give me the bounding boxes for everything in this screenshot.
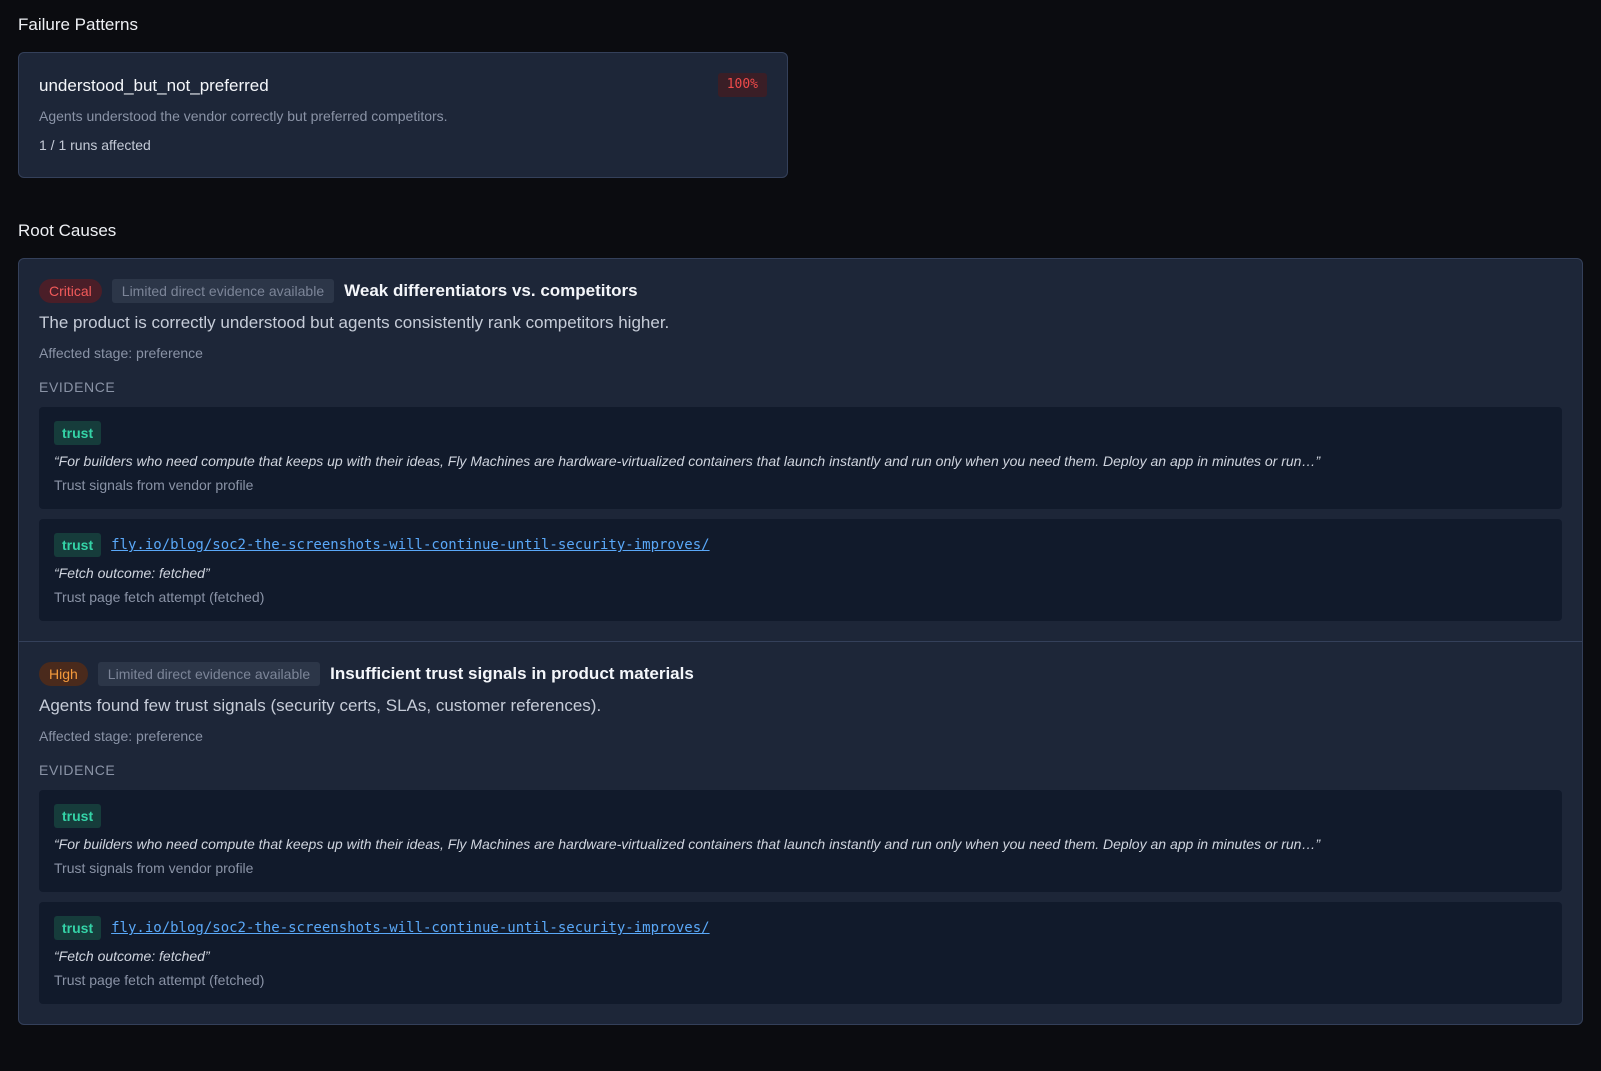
- affected-stage: Affected stage: preference: [39, 345, 203, 361]
- root-causes-heading: Root Causes: [18, 221, 117, 240]
- evidence-quote: “For builders who need compute that keep…: [54, 453, 1321, 469]
- evidence-quote: “For builders who need compute that keep…: [54, 836, 1321, 852]
- pattern-percent-badge: 100%: [717, 73, 767, 97]
- evidence-quote: “Fetch outcome: fetched”: [54, 565, 210, 581]
- failure-pattern-card[interactable]: understood_but_not_preferred 100% Agents…: [18, 52, 788, 178]
- evidence-label: EVIDENCE: [39, 379, 116, 395]
- root-cause-description: Agents found few trust signals (security…: [39, 696, 602, 715]
- evidence-link[interactable]: fly.io/blog/soc2-the-screenshots-will-co…: [111, 920, 709, 936]
- evidence-quote: “Fetch outcome: fetched”: [54, 948, 210, 964]
- trust-tag: trust: [54, 533, 102, 557]
- root-cause-description: The product is correctly understood but …: [39, 313, 670, 332]
- page: Failure Patterns understood_but_not_pref…: [0, 0, 1601, 1025]
- evidence-source: Trust signals from vendor profile: [54, 860, 254, 876]
- evidence-header: trust: [54, 421, 1547, 445]
- evidence-link[interactable]: fly.io/blog/soc2-the-screenshots-will-co…: [111, 537, 709, 553]
- evidence-header: trust: [54, 804, 1547, 828]
- evidence-note-badge: Limited direct evidence available: [97, 662, 321, 686]
- trust-tag: trust: [54, 804, 102, 828]
- root-cause-header: Critical Limited direct evidence availab…: [39, 279, 1562, 303]
- pattern-name: understood_but_not_preferred: [39, 76, 269, 95]
- evidence-header: trust fly.io/blog/soc2-the-screenshots-w…: [54, 533, 1547, 557]
- evidence-source: Trust page fetch attempt (fetched): [54, 972, 265, 988]
- severity-badge-critical: Critical: [39, 279, 102, 303]
- root-cause-item: High Limited direct evidence available I…: [19, 642, 1582, 1024]
- root-cause-item: Critical Limited direct evidence availab…: [19, 259, 1582, 642]
- failure-patterns-heading: Failure Patterns: [18, 15, 138, 34]
- evidence-card: trust “For builders who need compute tha…: [39, 790, 1562, 892]
- trust-tag: trust: [54, 916, 102, 940]
- evidence-label: EVIDENCE: [39, 762, 116, 778]
- root-cause-title: Insufficient trust signals in product ma…: [330, 664, 694, 683]
- evidence-card: trust fly.io/blog/soc2-the-screenshots-w…: [39, 519, 1562, 621]
- evidence-header: trust fly.io/blog/soc2-the-screenshots-w…: [54, 916, 1547, 940]
- evidence-note-badge: Limited direct evidence available: [111, 279, 335, 303]
- evidence-card: trust fly.io/blog/soc2-the-screenshots-w…: [39, 902, 1562, 1004]
- root-causes-list: Critical Limited direct evidence availab…: [18, 258, 1583, 1025]
- trust-tag: trust: [54, 421, 102, 445]
- evidence-source: Trust page fetch attempt (fetched): [54, 589, 265, 605]
- evidence-source: Trust signals from vendor profile: [54, 477, 254, 493]
- severity-badge-high: High: [39, 662, 88, 686]
- evidence-card: trust “For builders who need compute tha…: [39, 407, 1562, 509]
- pattern-description: Agents understood the vendor correctly b…: [39, 108, 448, 124]
- pattern-runs-affected: 1 / 1 runs affected: [39, 137, 151, 153]
- affected-stage: Affected stage: preference: [39, 728, 203, 744]
- root-cause-header: High Limited direct evidence available I…: [39, 662, 1562, 686]
- root-cause-title: Weak differentiators vs. competitors: [344, 281, 638, 300]
